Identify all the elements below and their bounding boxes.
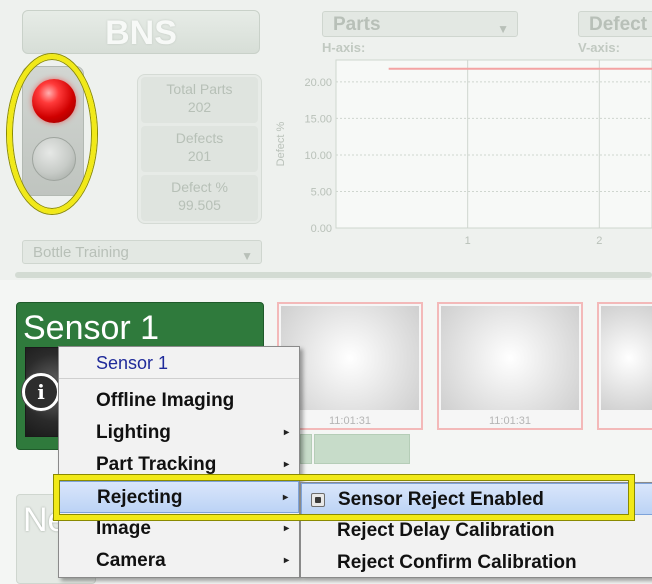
image-tile[interactable]: 11:01:31	[437, 302, 583, 430]
h-axis-dropdown[interactable]: Parts ▼	[322, 11, 518, 37]
highlight-ellipse	[7, 54, 97, 214]
stat-value: 201	[187, 148, 212, 164]
submenu-item-label: Reject Confirm Calibration	[337, 552, 577, 573]
v-axis-caption: V-axis:	[578, 40, 620, 55]
chevron-down-icon: ▼	[497, 22, 509, 36]
training-dropdown[interactable]: Bottle Training ▼	[22, 240, 262, 264]
defect-chart: 0.00 5.00 10.00 15.00 20.00 1 2 Defect %	[275, 59, 652, 247]
menu-item-label: Offline Imaging	[96, 390, 235, 411]
x-tick-label: 2	[596, 235, 602, 247]
y-axis-label: Defect %	[275, 121, 287, 166]
stats-box: Total Parts 202 Defects 201 Defect % 99.…	[137, 74, 262, 224]
menu-item-label: Camera	[96, 550, 166, 571]
menu-item-lighting[interactable]: Lighting ▸	[59, 417, 299, 449]
stat-total-parts: Total Parts 202	[141, 77, 258, 123]
x-tick-label: 1	[465, 235, 471, 247]
part-image	[441, 306, 579, 410]
stat-value: 99.505	[178, 197, 221, 213]
chevron-down-icon: ▼	[241, 249, 253, 263]
y-tick-label: 20.00	[304, 77, 332, 89]
v-axis-dropdown[interactable]: Defect	[578, 11, 652, 37]
image-timestamp: 11:01:31	[328, 415, 371, 427]
part-image	[601, 306, 652, 410]
stat-label: Defects	[175, 130, 224, 146]
menu-item-label: Part Tracking	[96, 454, 217, 475]
stat-value: 202	[187, 99, 212, 115]
menu-header: Sensor 1	[59, 347, 299, 379]
menu-item-camera[interactable]: Camera ▸	[59, 545, 299, 577]
y-tick-label: 0.00	[311, 223, 332, 235]
v-axis-dropdown-value: Defect	[589, 14, 648, 35]
y-tick-label: 5.00	[311, 186, 332, 198]
section-divider	[15, 272, 652, 278]
training-dropdown-value: Bottle Training	[33, 244, 129, 261]
status-bar-segment	[300, 434, 312, 464]
menu-item-offline-imaging[interactable]: Offline Imaging	[59, 385, 299, 417]
menu-item-label: Image	[96, 518, 151, 539]
context-menu: Sensor 1 Offline Imaging Lighting ▸ Part…	[58, 346, 300, 578]
stat-defect-percent: Defect % 99.505	[141, 175, 258, 221]
station-title: BNS	[22, 10, 260, 54]
submenu-item-reject-confirm-calibration[interactable]: Reject Confirm Calibration	[301, 547, 652, 579]
stat-label: Defect %	[171, 179, 228, 195]
y-tick-label: 15.00	[304, 113, 332, 125]
submenu-item-label: Reject Delay Calibration	[337, 520, 555, 541]
menu-item-label: Lighting	[96, 422, 171, 443]
plot-area	[335, 59, 652, 229]
h-axis-caption: H-axis:	[322, 40, 366, 55]
stat-defects: Defects 201	[141, 126, 258, 172]
stat-label: Total Parts	[166, 81, 233, 97]
info-icon[interactable]: i	[22, 373, 60, 411]
highlight-rectangle	[54, 475, 634, 520]
status-bar-segment	[314, 434, 410, 464]
y-tick-label: 10.00	[304, 150, 332, 162]
chevron-right-icon: ▸	[283, 555, 289, 566]
sensor-title: Sensor 1	[23, 309, 160, 347]
h-axis-dropdown-value: Parts	[333, 14, 381, 35]
image-timestamp: 11:01:31	[488, 415, 531, 427]
part-image	[281, 306, 419, 410]
image-tile[interactable]	[597, 302, 652, 430]
chevron-right-icon: ▸	[283, 427, 289, 438]
